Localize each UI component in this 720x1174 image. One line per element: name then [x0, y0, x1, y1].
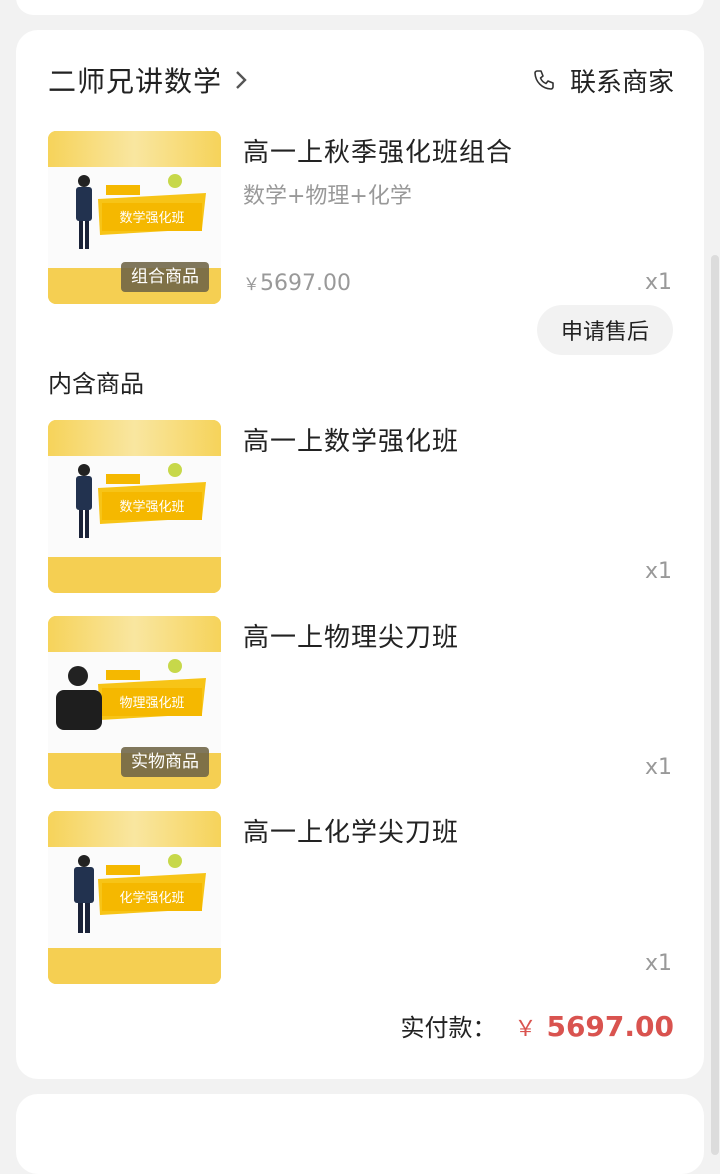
teacher-image: 物理强化班	[56, 659, 206, 730]
total-currency: ￥	[514, 1017, 537, 1042]
item-thumbnail[interactable]: 物理强化班 实物商品	[48, 616, 221, 789]
contact-merchant-button[interactable]: 联系商家	[532, 60, 674, 100]
teacher-image: 数学强化班	[76, 174, 206, 249]
next-card	[16, 1094, 704, 1174]
shop-header[interactable]: 二师兄讲数学	[48, 60, 252, 100]
item-title[interactable]: 高一上物理尖刀班	[243, 617, 459, 654]
teacher-image: 数学强化班	[76, 463, 206, 538]
previous-card	[16, 0, 704, 15]
teacher-image: 化学强化班	[74, 854, 206, 933]
bundle-badge: 组合商品	[121, 262, 209, 292]
item-title[interactable]: 高一上化学尖刀班	[243, 812, 459, 849]
scrollbar[interactable]	[711, 255, 719, 1155]
contents-label: 内含商品	[48, 370, 144, 398]
item-qty: x1	[644, 559, 672, 584]
price-currency: ￥	[243, 275, 260, 295]
contact-label: 联系商家	[569, 67, 674, 98]
total-payment: 实付款： ￥ 5697.00	[400, 1008, 674, 1043]
bundle-thumbnail[interactable]: 数学强化班 组合商品	[48, 131, 221, 304]
phone-icon	[532, 68, 556, 92]
item-qty: x1	[644, 755, 672, 780]
total-amount: 5697.00	[546, 1010, 674, 1043]
bundle-price: ￥5697.00	[243, 270, 351, 296]
thumb-text: 数学强化班	[119, 210, 184, 226]
after-sale-button[interactable]: 申请售后	[537, 305, 673, 355]
price-value: 5697.00	[260, 271, 351, 296]
thumb-text: 数学强化班	[119, 499, 184, 515]
thumb-text: 物理强化班	[119, 696, 184, 711]
bundle-subtitle: 数学+物理+化学	[243, 184, 412, 209]
physical-goods-badge: 实物商品	[121, 747, 209, 777]
item-qty: x1	[644, 951, 672, 976]
total-label: 实付款：	[400, 1014, 497, 1042]
shop-name[interactable]: 二师兄讲数学	[48, 60, 222, 100]
chevron-right-icon[interactable]	[230, 69, 252, 91]
bundle-qty: x1	[644, 270, 672, 295]
item-thumbnail[interactable]: 化学强化班	[48, 811, 221, 984]
item-thumbnail[interactable]: 数学强化班	[48, 420, 221, 593]
item-title[interactable]: 高一上数学强化班	[243, 421, 459, 458]
thumb-text: 化学强化班	[119, 890, 184, 906]
bundle-title[interactable]: 高一上秋季强化班组合	[243, 132, 513, 169]
